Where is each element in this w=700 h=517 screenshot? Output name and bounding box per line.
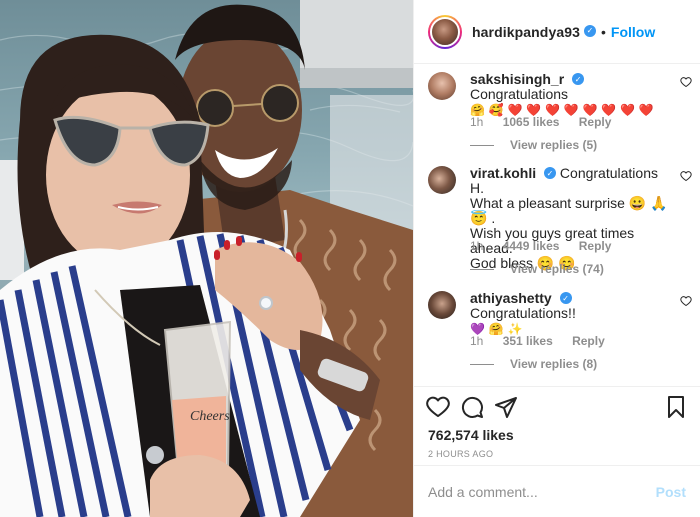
comment-body: athiyashetty ✓ Congratulations!! 💜 🤗 ✨ [470, 291, 668, 337]
verified-badge-icon: ✓ [584, 24, 596, 37]
post-timestamp[interactable]: 2 HOURS AGO [428, 449, 493, 459]
verified-badge-icon: ✓ [572, 73, 585, 86]
profile-avatar[interactable] [430, 16, 460, 47]
heart-icon[interactable] [426, 395, 450, 419]
comment-meta: 1h 351 likes Reply [470, 334, 621, 348]
like-comment-heart-icon[interactable] [680, 295, 692, 307]
replies-line [470, 144, 494, 146]
profile-avatar-ring[interactable] [428, 14, 462, 49]
comment-age: 1h [470, 239, 484, 253]
post-side-panel: hardikpandya93 ✓ • Follow sakshisingh_r … [413, 0, 700, 517]
reply-button[interactable]: Reply [579, 239, 612, 253]
share-icon[interactable] [494, 395, 518, 419]
verified-badge-icon: ✓ [559, 292, 572, 305]
action-icons [426, 395, 688, 421]
replies-line [470, 268, 494, 270]
comment-text: Congratulations [470, 86, 569, 102]
view-replies-label: View replies (74) [510, 262, 604, 276]
view-replies-button[interactable]: View replies (74) [470, 262, 604, 276]
reply-button[interactable]: Reply [572, 334, 605, 348]
commenter-avatar[interactable] [428, 291, 456, 319]
comment-body: sakshisingh_r ✓ Congratulations 🤗 🥰 ❤️ ❤… [470, 72, 668, 118]
post-username[interactable]: hardikpandya93 [472, 24, 580, 40]
follow-button[interactable]: Follow [611, 24, 655, 40]
view-replies-button[interactable]: View replies (5) [470, 138, 597, 152]
comment-likes[interactable]: 1065 likes [503, 115, 560, 129]
verified-badge-icon: ✓ [544, 167, 557, 180]
comment-age: 1h [470, 115, 484, 129]
commenter-avatar[interactable] [428, 72, 456, 100]
bookmark-icon[interactable] [664, 395, 688, 419]
glass-text: Cheers [190, 409, 230, 424]
comment-username[interactable]: sakshisingh_r [470, 71, 564, 87]
likes-count[interactable]: 762,574 likes [428, 427, 514, 443]
post-photo[interactable]: Cheers [0, 0, 413, 517]
reply-button[interactable]: Reply [579, 115, 612, 129]
comment-likes[interactable]: 4449 likes [503, 239, 560, 253]
replies-line [470, 363, 494, 365]
add-comment-bar: Add a comment... Post [414, 465, 700, 517]
like-comment-heart-icon[interactable] [680, 76, 692, 88]
comment-username[interactable]: virat.kohli [470, 165, 536, 181]
comment-body: virat.kohli ✓ Congratulations H. What a … [470, 166, 668, 271]
separator-dot: • [601, 23, 606, 40]
couple-photo-illustration: Cheers [0, 0, 413, 517]
commenter-avatar[interactable] [428, 166, 456, 194]
comment-item: sakshisingh_r ✓ Congratulations 🤗 🥰 ❤️ ❤… [428, 72, 692, 152]
view-replies-label: View replies (5) [510, 138, 598, 152]
like-comment-heart-icon[interactable] [680, 170, 692, 182]
comment-meta: 1h 1065 likes Reply [470, 115, 627, 129]
comment-username[interactable]: athiyashetty [470, 290, 552, 306]
comment-item: virat.kohli ✓ Congratulations H. What a … [428, 166, 692, 286]
add-comment-input[interactable]: Add a comment... [428, 484, 656, 500]
post-comment-button[interactable]: Post [656, 484, 686, 500]
comment-text-line2: What a pleasant surprise 😀 🙏 😇 . [470, 195, 668, 226]
comment-item: athiyashetty ✓ Congratulations!! 💜 🤗 ✨ 1… [428, 291, 692, 371]
post-header: hardikpandya93 ✓ • Follow [414, 0, 700, 64]
comments-list[interactable]: sakshisingh_r ✓ Congratulations 🤗 🥰 ❤️ ❤… [414, 64, 700, 386]
comment-age: 1h [470, 334, 484, 348]
comment-text: Congratulations!! [470, 305, 576, 321]
comment-likes[interactable]: 351 likes [503, 334, 553, 348]
view-replies-label: View replies (8) [510, 357, 598, 371]
view-replies-button[interactable]: View replies (8) [470, 357, 597, 371]
comment-meta: 1h 4449 likes Reply [470, 239, 627, 253]
comment-icon[interactable] [460, 395, 484, 419]
